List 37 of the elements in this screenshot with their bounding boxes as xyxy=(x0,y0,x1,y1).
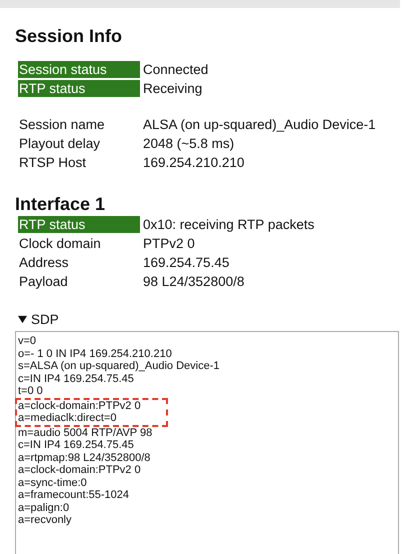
sdp-line: s=ALSA (on up-squared)_Audio Device-1 xyxy=(18,360,220,372)
section-heading: Session Info xyxy=(15,25,124,47)
sdp-line: a=recvonly xyxy=(18,514,73,526)
field-value: Receiving xyxy=(143,80,204,97)
sdp-line: m=audio 5004 RTP/AVP 98 xyxy=(18,426,154,439)
field-label: Playout delay xyxy=(18,135,102,152)
sdp-line: a=clock-domain:PTPv2 0 xyxy=(18,400,142,412)
field-label: Session status xyxy=(18,61,140,78)
field-value: 98 L24/352800/8 xyxy=(143,273,246,290)
sdp-line: a=sync-time:0 xyxy=(18,476,88,489)
field-label: RTP status xyxy=(18,80,140,97)
field-value: 0x10: receiving RTP packets xyxy=(143,216,316,233)
sdp-line: v=0 xyxy=(18,335,38,348)
field-label: RTP status xyxy=(18,216,140,233)
field-label: Payload xyxy=(18,273,69,290)
sdp-line: a=mediaclk:direct=0 xyxy=(18,412,118,424)
sdp-line: o=- 1 0 IN IP4 169.254.210.210 xyxy=(18,348,173,360)
sdp-line: c=IN IP4 169.254.75.45 xyxy=(18,439,135,452)
field-value: 169.254.75.45 xyxy=(143,254,230,271)
sdp-line: t=0 0 xyxy=(18,385,44,398)
field-label: Address xyxy=(18,254,70,271)
field-label: RTSP Host xyxy=(18,154,88,171)
sdp-line: a=framecount:55-1024 xyxy=(18,489,130,502)
disclosure-triangle-icon xyxy=(18,315,27,324)
field-label: Session name xyxy=(18,116,106,133)
field-label: Clock domain xyxy=(18,235,102,252)
sdp-toggle[interactable]: SDP xyxy=(18,311,416,328)
sdp-line: a=clock-domain:PTPv2 0 xyxy=(18,464,142,476)
section-heading: Interface 1 xyxy=(15,193,106,215)
sdp-line: c=IN IP4 169.254.75.45 xyxy=(18,372,135,385)
sdp-line: a=palign:0 xyxy=(18,502,70,514)
field-value: 2048 (~5.8 ms) xyxy=(143,135,236,152)
field-value: ALSA (on up-squared)_Audio Device-1 xyxy=(143,116,377,133)
sdp-line: a=rtpmap:98 L24/352800/8 xyxy=(18,452,152,464)
field-value: PTPv2 0 xyxy=(143,235,196,252)
field-value: 169.254.210.210 xyxy=(143,154,246,171)
field-value: Connected xyxy=(143,61,210,78)
